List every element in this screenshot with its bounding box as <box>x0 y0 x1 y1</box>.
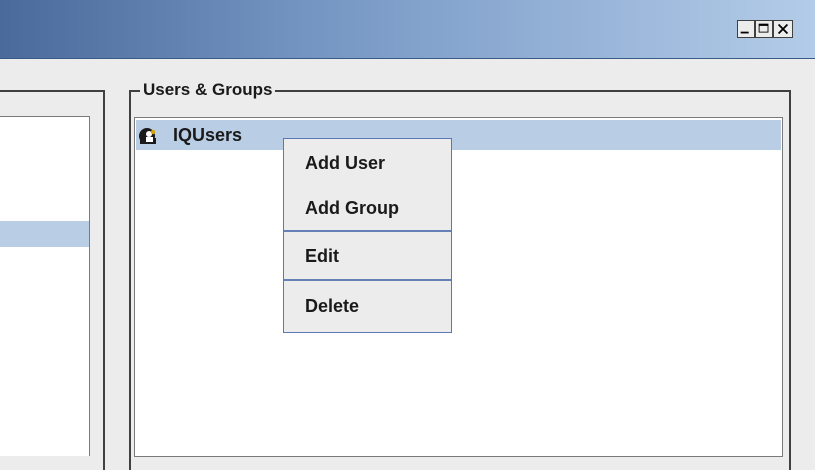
minimize-icon <box>740 31 749 34</box>
left-list-selected-row[interactable] <box>0 221 89 247</box>
left-list-panel[interactable] <box>0 116 90 456</box>
menu-item-add-group[interactable]: Add Group <box>284 188 451 228</box>
users-group-icon <box>139 128 156 144</box>
menu-item-delete[interactable]: Delete <box>284 286 451 326</box>
window-title-bar[interactable] <box>0 0 815 59</box>
context-menu: Add User Add Group Edit Delete <box>283 138 452 333</box>
maximize-button[interactable] <box>755 20 773 38</box>
tree-node-iqusers[interactable]: IQUsers <box>136 120 781 150</box>
menu-item-edit[interactable]: Edit <box>284 236 451 276</box>
tree-node-label: IQUsers <box>173 125 243 145</box>
menu-separator <box>284 230 451 232</box>
minimize-button[interactable] <box>737 20 755 38</box>
users-groups-legend: Users & Groups <box>140 80 276 100</box>
close-icon <box>777 23 789 35</box>
maximize-icon <box>758 23 769 33</box>
menu-item-add-user[interactable]: Add User <box>284 143 451 183</box>
users-groups-tree[interactable]: IQUsers <box>134 117 783 457</box>
close-button[interactable] <box>773 20 793 38</box>
menu-separator <box>284 279 451 281</box>
